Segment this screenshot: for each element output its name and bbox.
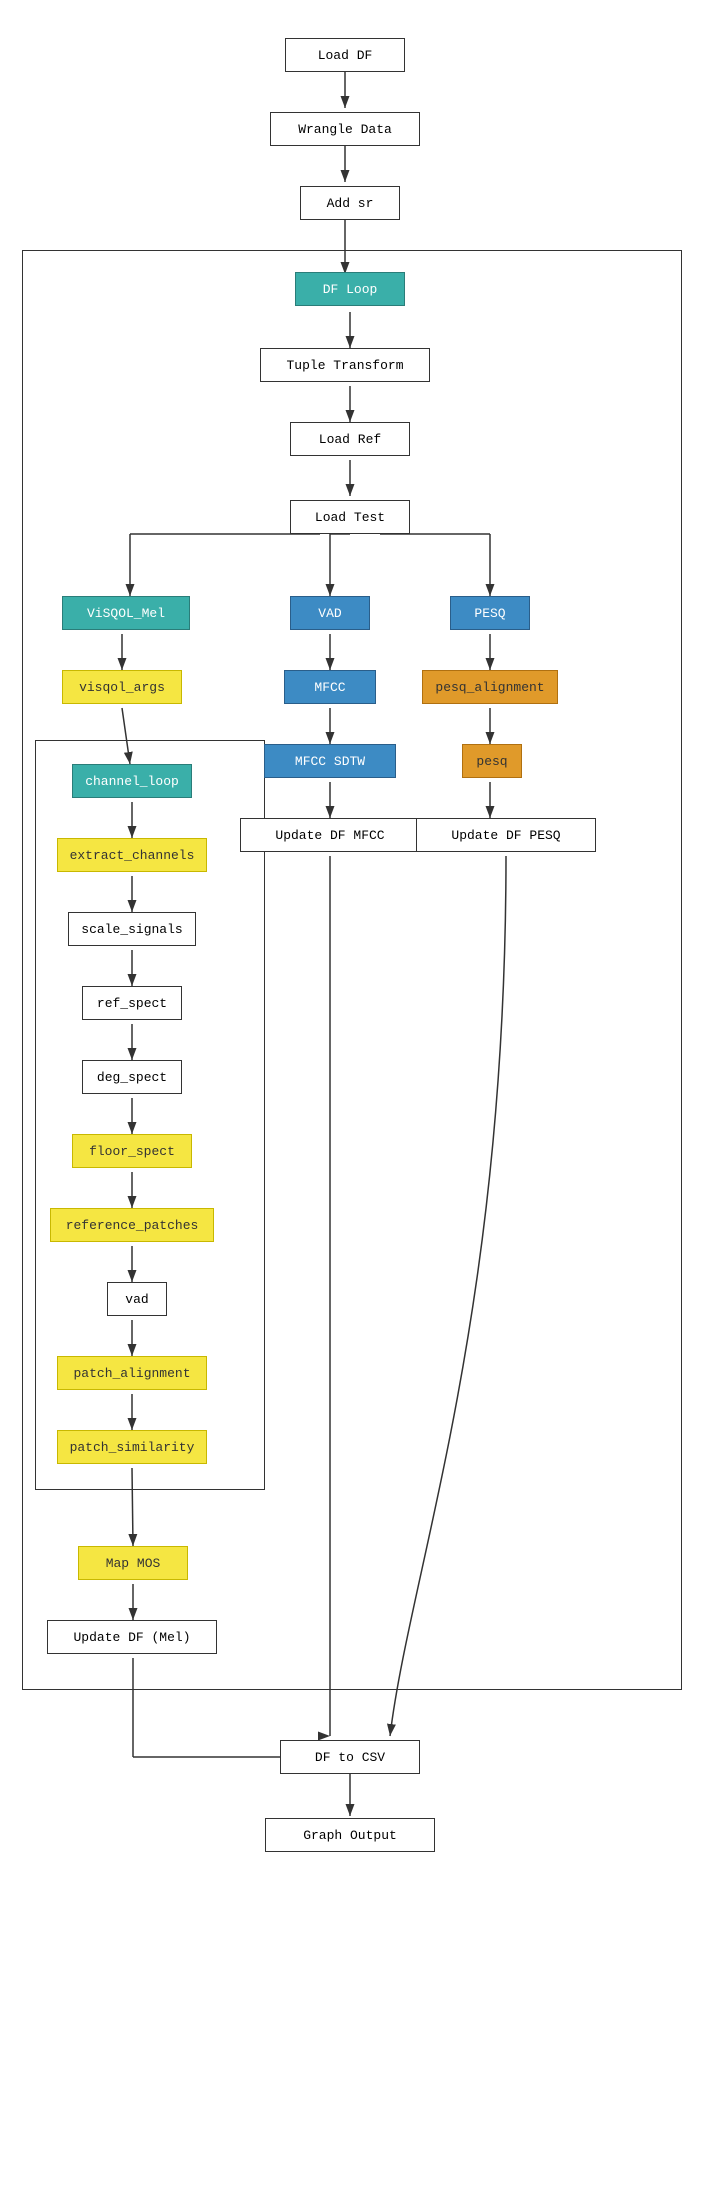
load-test-node: Load Test — [290, 500, 410, 534]
pesq-node: PESQ — [450, 596, 530, 630]
channel-loop-node: channel_loop — [72, 764, 192, 798]
update-df-mel-node: Update DF (Mel) — [47, 1620, 217, 1654]
visqol-mel-node: ViSQOL_Mel — [62, 596, 190, 630]
update-df-mfcc-node: Update DF MFCC — [240, 818, 420, 852]
reference-patches-node: reference_patches — [50, 1208, 214, 1242]
extract-channels-node: extract_channels — [57, 838, 207, 872]
pesq2-node: pesq — [462, 744, 522, 778]
df-loop-node: DF Loop — [295, 272, 405, 306]
ref-spect-node: ref_spect — [82, 986, 182, 1020]
add-sr-node: Add sr — [300, 186, 400, 220]
tuple-transform-node: Tuple Transform — [260, 348, 430, 382]
scale-signals-node: scale_signals — [68, 912, 196, 946]
pesq-alignment-node: pesq_alignment — [422, 670, 558, 704]
floor-spect-node: floor_spect — [72, 1134, 192, 1168]
patch-alignment-node: patch_alignment — [57, 1356, 207, 1390]
deg-spect-node: deg_spect — [82, 1060, 182, 1094]
visqol-args-node: visqol_args — [62, 670, 182, 704]
diagram: Load DF Wrangle Data Add sr DF Loop Tupl… — [0, 20, 707, 2191]
graph-output-node: Graph Output — [265, 1818, 435, 1852]
map-mos-node: Map MOS — [78, 1546, 188, 1580]
df-to-csv-node: DF to CSV — [280, 1740, 420, 1774]
vad-node: VAD — [290, 596, 370, 630]
wrangle-data-node: Wrangle Data — [270, 112, 420, 146]
vad-inner-node: vad — [107, 1282, 167, 1316]
load-ref-node: Load Ref — [290, 422, 410, 456]
mfcc-node: MFCC — [284, 670, 376, 704]
update-df-pesq-node: Update DF PESQ — [416, 818, 596, 852]
mfcc-sdtw-node: MFCC SDTW — [264, 744, 396, 778]
patch-similarity-node: patch_similarity — [57, 1430, 207, 1464]
load-df-node: Load DF — [285, 38, 405, 72]
